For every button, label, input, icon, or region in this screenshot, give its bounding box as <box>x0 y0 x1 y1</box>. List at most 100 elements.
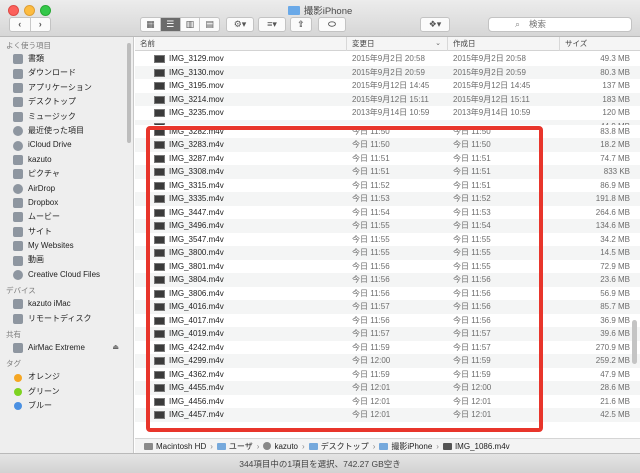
sidebar-item-favorites-3[interactable]: デスクトップ <box>0 95 133 109</box>
sidebar-item-tags-2[interactable]: ブルー <box>0 399 133 413</box>
sidebar-item-favorites-2[interactable]: アプリケーション <box>0 81 133 95</box>
sidebar-item-favorites-15[interactable]: Creative Cloud Files <box>0 268 133 282</box>
sidebar-item-favorites-10[interactable]: Dropbox <box>0 196 133 210</box>
share-button[interactable]: ⇪ <box>290 17 312 32</box>
table-row[interactable]: IMG_3129.mov 2015年9月2日 20:58 2015年9月2日 20:… <box>135 52 640 66</box>
file-name: IMG_4457.m4v <box>169 410 224 419</box>
path-segment[interactable]: ユーザ <box>216 442 253 451</box>
tags-button[interactable]: ⬭ <box>318 17 346 32</box>
table-row[interactable]: IMG_3447.m4v 今日 11:54 今日 11:53 264.6 MB <box>135 206 640 220</box>
search-field[interactable]: ⌕ <box>488 17 632 32</box>
forward-button[interactable]: › <box>31 18 51 31</box>
file-name: IMG_4299.m4v <box>169 356 224 365</box>
applications-icon <box>13 82 23 93</box>
file-created: 今日 12:01 <box>453 396 492 406</box>
file-name: IMG_3547.m4v <box>169 234 224 244</box>
sidebar-scrollbar[interactable] <box>127 43 131 143</box>
chevron-left-icon: ‹ <box>18 19 22 29</box>
path-segment[interactable]: kazuto <box>263 442 298 451</box>
sidebar-item-favorites-14[interactable]: 動画 <box>0 253 133 267</box>
path-segment[interactable]: デスクトップ <box>308 442 369 451</box>
table-row[interactable]: IMG_3315.m4v 今日 11:52 今日 11:51 86.9 MB <box>135 179 640 193</box>
file-size: 120 MB <box>602 108 630 117</box>
table-row[interactable]: IMG_3214.mov 2015年9月12日 15:11 2015年9月12日 1… <box>135 92 640 106</box>
sidebar-item-tags-0[interactable]: オレンジ <box>0 370 133 384</box>
table-row[interactable]: IMG_3547.m4v 今日 11:55 今日 11:55 34.2 MB <box>135 233 640 247</box>
table-row[interactable]: IMG_4299.m4v 今日 12:00 今日 11:59 259.2 MB <box>135 354 640 368</box>
path-segment[interactable]: Macintosh HD <box>144 442 206 451</box>
list-view-button[interactable]: ☰ <box>160 18 181 31</box>
sidebar-item-favorites-12[interactable]: サイト <box>0 225 133 239</box>
sidebar-item-shared-0[interactable]: AirMac Extreme ⏏ <box>0 341 133 355</box>
path-segment[interactable]: IMG_1086.m4v <box>442 442 510 451</box>
sidebar-item-tags-1[interactable]: グリーン <box>0 385 133 399</box>
file-created: 今日 11:51 <box>453 180 491 190</box>
path-segment[interactable]: 撮影iPhone <box>379 442 432 451</box>
sidebar-section-devices: デバイス <box>6 286 36 296</box>
video-file-icon <box>154 262 165 271</box>
file-size: 18.2 MB <box>600 140 630 149</box>
table-row[interactable]: IMG_3804.m4v 今日 11:56 今日 11:56 23.6 MB <box>135 273 640 287</box>
table-row[interactable]: IMG_4242.m4v 今日 11:59 今日 11:57 270.9 MB <box>135 341 640 355</box>
video-file-icon <box>154 276 165 284</box>
sidebar-item-label: リモートディスク <box>28 313 92 323</box>
column-header-modified[interactable]: 変更日 ⌄ <box>346 37 447 51</box>
sidebar-item-favorites-6[interactable]: iCloud Drive <box>0 138 133 152</box>
file-created: 今日 11:56 <box>453 288 491 298</box>
file-created: 今日 11:59 <box>453 356 491 365</box>
sidebar-item-favorites-9[interactable]: AirDrop <box>0 182 133 196</box>
table-row[interactable]: IMG_4016.m4v 今日 11:57 今日 11:56 85.7 MB <box>135 300 640 314</box>
eject-icon[interactable]: ⏏ <box>112 341 119 355</box>
table-row[interactable]: IMG_3800.m4v 今日 11:55 今日 11:55 14.5 MB <box>135 246 640 260</box>
table-row[interactable]: IMG_3282.m4v 今日 11:50 今日 11:50 83.8 MB <box>135 125 640 139</box>
table-row[interactable]: IMG_3283.m4v 今日 11:50 今日 11:50 18.2 MB <box>135 138 640 152</box>
table-row[interactable]: IMG_3287.m4v 今日 11:51 今日 11:51 74.7 MB <box>135 152 640 166</box>
path-segment-label: ユーザ <box>228 442 253 451</box>
table-row[interactable]: IMG_4457.m4v 今日 12:01 今日 12:01 42.5 MB <box>135 408 640 422</box>
column-header-name[interactable]: 名前 <box>135 37 346 51</box>
table-row[interactable]: IMG_4019.m4v 今日 11:57 今日 11:57 39.6 MB <box>135 327 640 341</box>
sidebar-item-favorites-13[interactable]: My Websites <box>0 239 133 253</box>
sidebar-item-devices-1[interactable]: リモートディスク <box>0 312 133 326</box>
table-row[interactable]: IMG_4455.m4v 今日 12:01 今日 12:00 28.6 MB <box>135 381 640 395</box>
sidebar-item-devices-0[interactable]: kazuto iMac <box>0 297 133 311</box>
file-size: 74.7 MB <box>600 153 630 163</box>
column-view-button[interactable]: ▥ <box>181 18 201 31</box>
sidebar-item-favorites-5[interactable]: 最近使った項目 <box>0 124 133 138</box>
icon-view-icon: ▦ <box>146 19 155 29</box>
table-row[interactable]: IMG_4456.m4v 今日 12:01 今日 12:01 21.6 MB <box>135 395 640 409</box>
table-row[interactable]: IMG_3496.m4v 今日 11:55 今日 11:54 134.6 MB <box>135 219 640 233</box>
back-forward-buttons: ‹ › <box>9 17 51 32</box>
path-segment-label: 撮影iPhone <box>391 442 433 451</box>
search-input[interactable] <box>529 19 624 29</box>
action-button[interactable]: ⚙▾ <box>226 17 254 32</box>
table-row[interactable]: IMG_3235.mov 2013年9月14日 10:59 2013年9月14日 1… <box>135 106 640 120</box>
sidebar-item-favorites-1[interactable]: ダウンロード <box>0 66 133 80</box>
arrange-button[interactable]: ≡▾ <box>258 17 286 32</box>
file-list-scrollbar[interactable] <box>632 320 637 364</box>
sidebar-item-favorites-0[interactable]: 書類 <box>0 52 133 66</box>
sidebar-item-favorites-11[interactable]: ムービー <box>0 210 133 224</box>
sidebar-item-favorites-7[interactable]: kazuto <box>0 153 133 167</box>
icon-view-button[interactable]: ▦ <box>141 18 161 31</box>
file-size: 134.6 MB <box>595 221 630 230</box>
table-row[interactable]: IMG_3801.m4v 今日 11:56 今日 11:55 72.9 MB <box>135 260 640 274</box>
sidebar-item-favorites-4[interactable]: ミュージック <box>0 110 133 124</box>
sidebar-item-favorites-8[interactable]: ピクチャ <box>0 167 133 181</box>
file-modified: 今日 11:55 <box>352 221 390 230</box>
column-header-size[interactable]: サイズ <box>559 37 634 51</box>
dropbox-button[interactable]: ❖▾ <box>420 17 450 32</box>
table-row[interactable]: IMG_3195.mov 2015年9月12日 14:45 2015年9月12日 1… <box>135 79 640 93</box>
table-row[interactable]: IMG_3308.m4v 今日 11:51 今日 11:51 833 KB <box>135 165 640 179</box>
file-size: 264.6 MB <box>595 207 630 217</box>
table-row[interactable]: IMG_4017.m4v 今日 11:56 今日 11:56 36.9 MB <box>135 314 640 328</box>
back-button[interactable]: ‹ <box>10 18 31 31</box>
coverflow-view-button[interactable]: ▤ <box>200 18 219 31</box>
table-row[interactable]: IMG_3335.m4v 今日 11:53 今日 11:52 191.8 MB <box>135 192 640 206</box>
sidebar-item-label: 書類 <box>28 54 44 63</box>
column-header-created[interactable]: 作成日 <box>447 37 559 51</box>
sidebar-item-label: My Websites <box>28 241 74 251</box>
table-row[interactable]: IMG_3130.mov 2015年9月2日 20:59 2015年9月2日 20:… <box>135 65 640 79</box>
table-row[interactable]: IMG_3806.m4v 今日 11:56 今日 11:56 56.9 MB <box>135 287 640 301</box>
table-row[interactable]: IMG_4362.m4v 今日 11:59 今日 11:59 47.9 MB <box>135 368 640 382</box>
